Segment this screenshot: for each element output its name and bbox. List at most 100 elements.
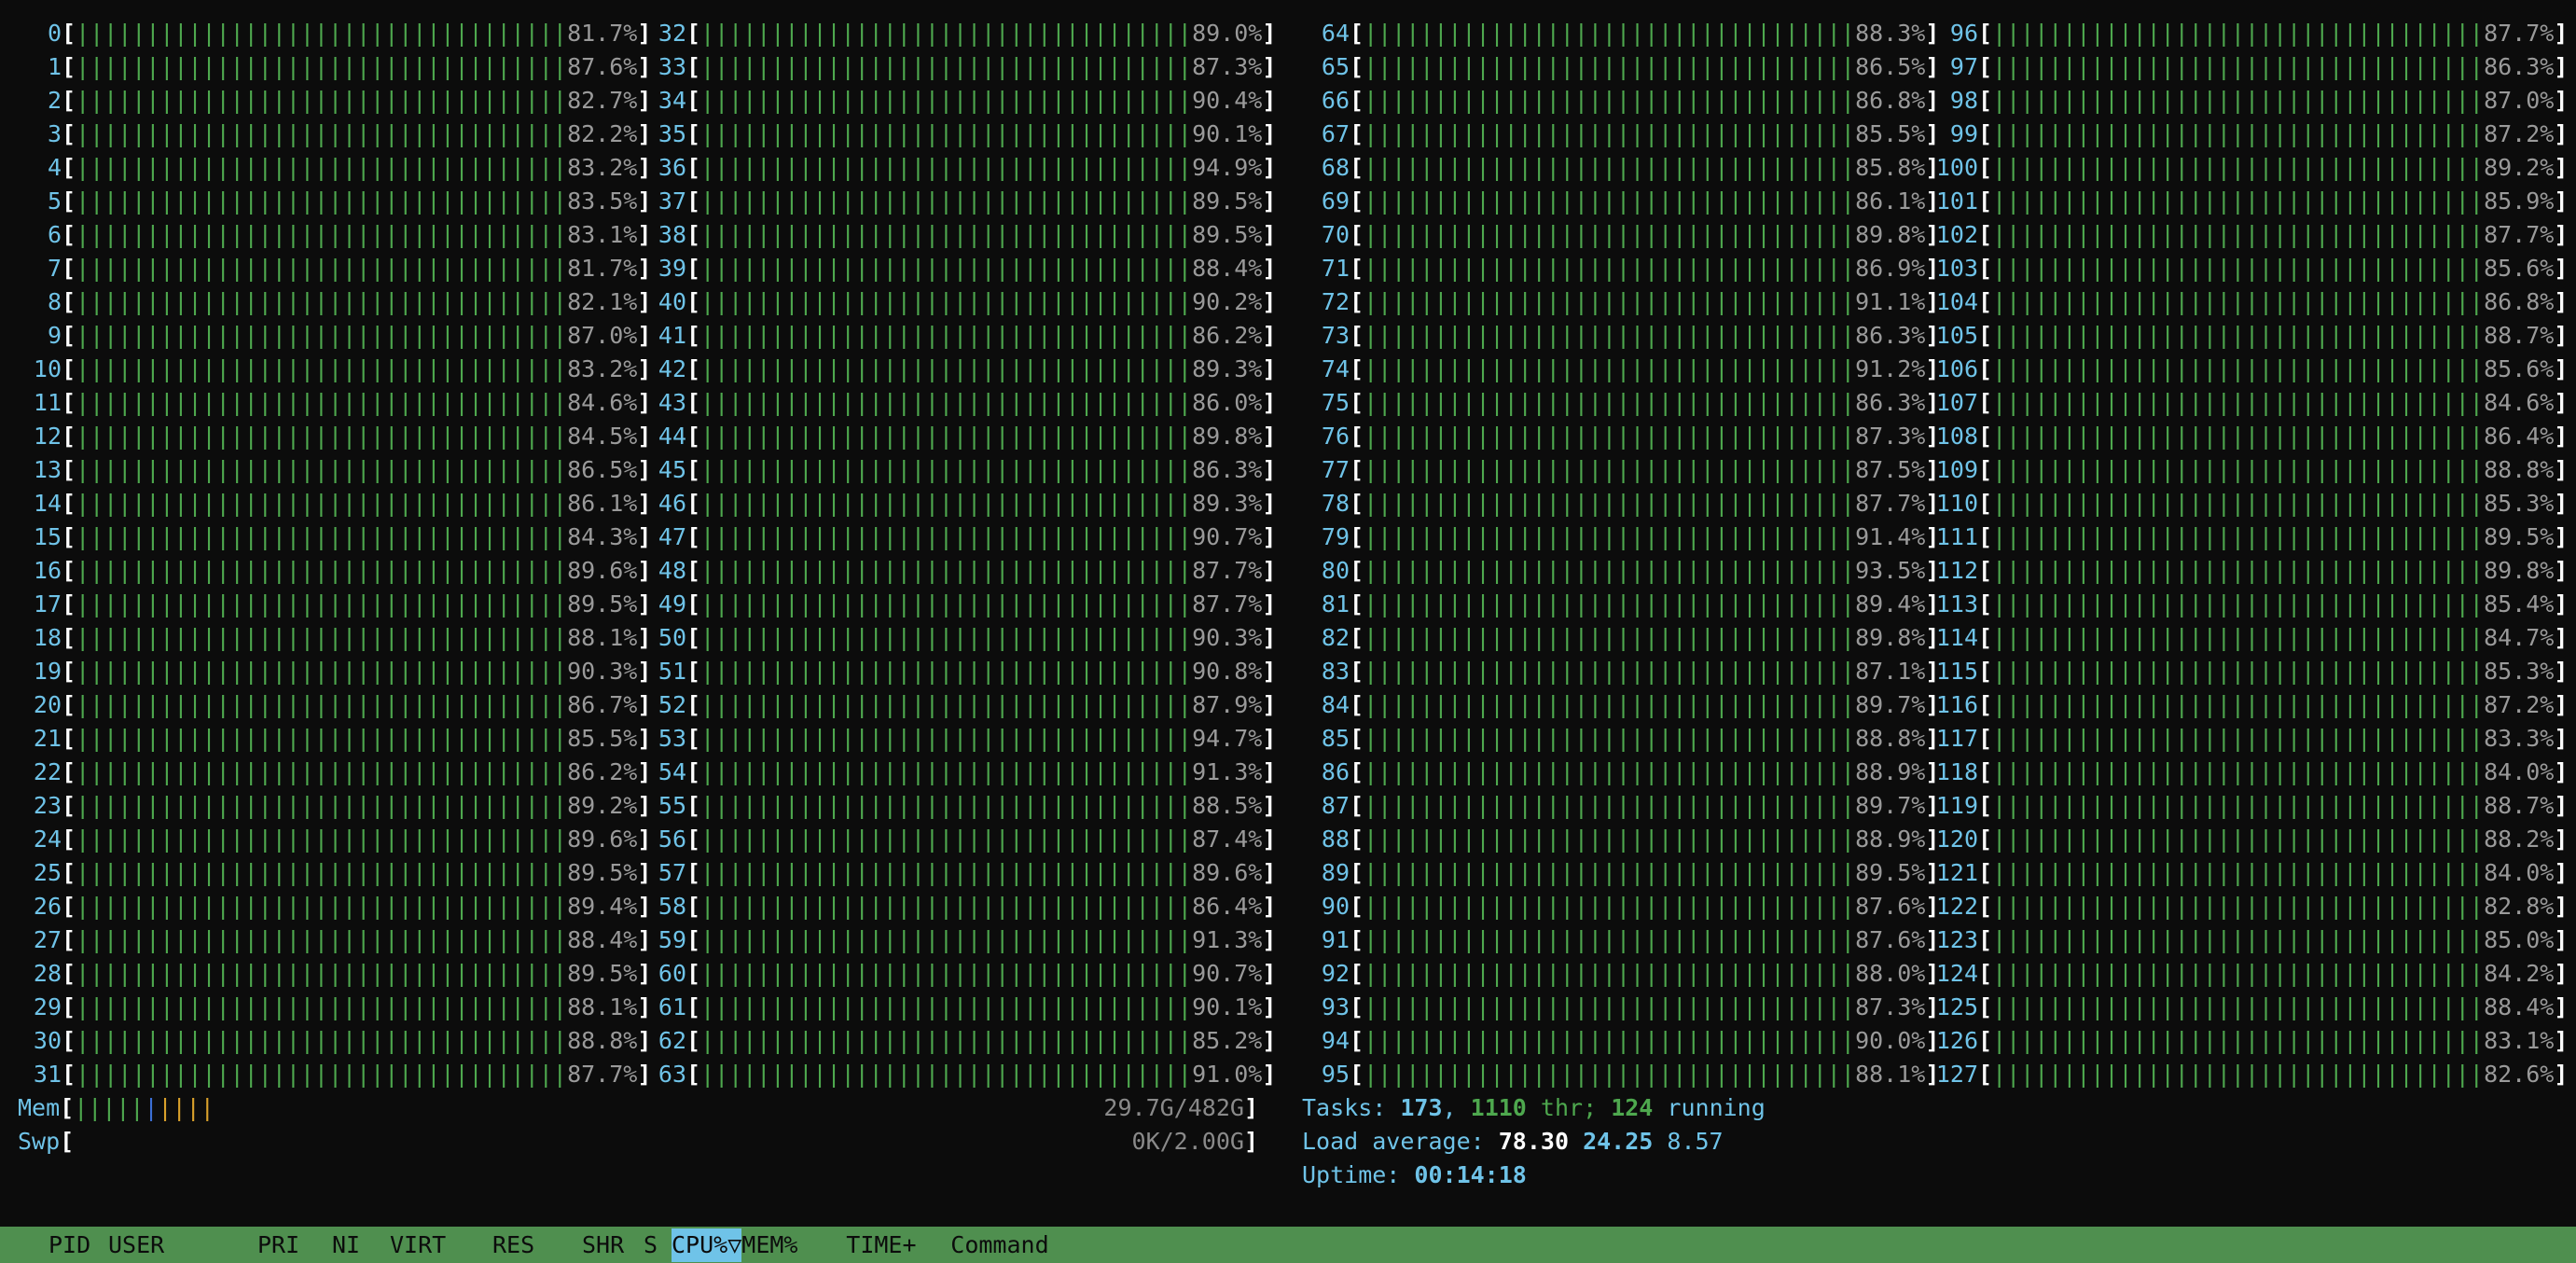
cpu-percent: 90.7 [1192,960,1249,987]
cpu-percent: 89.5 [1855,859,1912,886]
cpu-number: 82 [1321,624,1350,651]
cpu-number: 64 [1321,20,1350,47]
cpu-percent: 90.2 [1192,288,1249,315]
cpu-number: 98 [1949,87,1978,114]
cpu-usage-bar: ||||||||||||||||||||||||||||||||||||||||… [76,960,567,987]
cpu-number: 6 [47,221,62,248]
cpu-usage-bar: ||||||||||||||||||||||||||||||||||||||||… [700,154,1192,181]
cpu-meter: 92[|||||||||||||||||||||||||||||||||||||… [1288,957,1940,991]
col-pid[interactable]: PID [48,1228,108,1262]
cpu-percent: 85.3 [2484,490,2541,517]
cpu-meter: 37[|||||||||||||||||||||||||||||||||||||… [627,185,1277,218]
cpu-usage-bar: ||||||||||||||||||||||||||||||||||||||||… [1992,658,2484,685]
cpu-meter: 56[|||||||||||||||||||||||||||||||||||||… [627,823,1277,856]
cpu-number: 19 [33,658,62,685]
cpu-percent: 86.4 [1192,893,1249,920]
cpu-number: 102 [1935,221,1978,248]
cpu-percent: 85.6 [2484,255,2541,282]
col-virt[interactable]: VIRT [390,1228,492,1262]
cpu-percent: 85.5 [1855,120,1912,147]
cpu-number: 33 [658,53,686,80]
cpu-usage-bar: ||||||||||||||||||||||||||||||||||||||||… [1364,389,1855,416]
col-shr[interactable]: SHR [582,1228,644,1262]
col-pri[interactable]: PRI [257,1228,332,1262]
cpu-percent: 87.2 [2484,120,2541,147]
cpu-meter: 113[||||||||||||||||||||||||||||||||||||… [1915,588,2569,621]
col-cpu-sorted[interactable]: CPU%▽ [672,1228,742,1262]
cpu-usage-bar: ||||||||||||||||||||||||||||||||||||||||… [76,826,567,853]
col-command[interactable]: Command [950,1228,1048,1262]
cpu-percent: 84.7 [2484,624,2541,651]
cpu-usage-bar: ||||||||||||||||||||||||||||||||||||||||… [1364,456,1855,483]
cpu-usage-bar: ||||||||||||||||||||||||||||||||||||||||… [700,288,1192,315]
cpu-number: 1 [47,53,62,80]
cpu-usage-bar: ||||||||||||||||||||||||||||||||||||||||… [76,859,567,886]
cpu-percent: 84.3 [567,523,624,550]
mem-bar: |||||||||| [74,1094,215,1121]
cpu-number: 14 [33,490,62,517]
cpu-percent: 89.6 [567,557,624,584]
cpu-meter: 119[||||||||||||||||||||||||||||||||||||… [1915,789,2569,823]
cpu-meter: 51[|||||||||||||||||||||||||||||||||||||… [627,655,1277,688]
cpu-usage-bar: ||||||||||||||||||||||||||||||||||||||||… [76,725,567,752]
cpu-meter: 122[||||||||||||||||||||||||||||||||||||… [1915,890,2569,923]
load-label: Load average: [1302,1128,1485,1155]
cpu-number: 105 [1935,322,1978,349]
cpu-meter: 47[|||||||||||||||||||||||||||||||||||||… [627,520,1277,554]
cpu-percent: 91.2 [1855,355,1912,382]
cpu-percent: 87.7 [1192,557,1249,584]
cpu-number: 11 [33,389,62,416]
cpu-percent: 85.5 [567,725,624,752]
cpu-percent: 83.2 [567,154,624,181]
cpu-usage-bar: ||||||||||||||||||||||||||||||||||||||||… [1364,255,1855,282]
cpu-meter: 27[|||||||||||||||||||||||||||||||||||||… [0,923,652,957]
cpu-percent: 93.5 [1855,557,1912,584]
cpu-number: 13 [33,456,62,483]
cpu-percent: 81.7 [567,20,624,47]
cpu-percent: 88.5 [1192,792,1249,819]
cpu-number: 71 [1321,255,1350,282]
cpu-number: 52 [658,691,686,718]
cpu-percent: 83.1 [567,221,624,248]
cpu-percent: 89.8 [1192,423,1249,450]
cpu-number: 42 [658,355,686,382]
cpu-meter: 96[|||||||||||||||||||||||||||||||||||||… [1915,17,2569,50]
cpu-usage-bar: ||||||||||||||||||||||||||||||||||||||||… [1992,255,2484,282]
cpu-number: 16 [33,557,62,584]
cpu-usage-bar: ||||||||||||||||||||||||||||||||||||||||… [1992,725,2484,752]
cpu-meter: 46[|||||||||||||||||||||||||||||||||||||… [627,487,1277,520]
cpu-number: 127 [1935,1061,1978,1088]
cpu-percent: 82.6 [2484,1061,2541,1088]
cpu-percent: 90.4 [1192,87,1249,114]
col-mem[interactable]: MEM% [741,1228,846,1262]
cpu-meter: 115[||||||||||||||||||||||||||||||||||||… [1915,655,2569,688]
cpu-number: 120 [1935,826,1978,853]
cpu-usage-bar: ||||||||||||||||||||||||||||||||||||||||… [1992,1061,2484,1088]
cpu-meter: 64[|||||||||||||||||||||||||||||||||||||… [1288,17,1940,50]
col-state[interactable]: S [644,1228,672,1262]
cpu-percent: 90.7 [1192,523,1249,550]
cpu-meter: 94[|||||||||||||||||||||||||||||||||||||… [1288,1024,1940,1058]
col-res[interactable]: RES [492,1228,582,1262]
cpu-meter: 81[|||||||||||||||||||||||||||||||||||||… [1288,588,1940,621]
cpu-percent: 89.3 [1192,490,1249,517]
cpu-number: 89 [1321,859,1350,886]
cpu-percent: 87.0 [567,322,624,349]
col-ni[interactable]: NI [332,1228,390,1262]
cpu-column-3: 64[|||||||||||||||||||||||||||||||||||||… [1288,17,1940,1091]
cpu-number: 45 [658,456,686,483]
cpu-meter: 65[|||||||||||||||||||||||||||||||||||||… [1288,50,1940,84]
col-time[interactable]: TIME+ [846,1228,950,1262]
cpu-percent: 87.7 [2484,20,2541,47]
cpu-number: 113 [1935,590,1978,618]
cpu-meter: 67[|||||||||||||||||||||||||||||||||||||… [1288,118,1940,151]
cpu-percent: 89.4 [1855,590,1912,618]
cpu-percent: 82.2 [567,120,624,147]
cpu-usage-bar: ||||||||||||||||||||||||||||||||||||||||… [700,658,1192,685]
cpu-number: 27 [33,926,62,953]
cpu-percent: 91.1 [1855,288,1912,315]
col-user[interactable]: USER [108,1228,257,1262]
cpu-percent: 89.2 [567,792,624,819]
cpu-usage-bar: ||||||||||||||||||||||||||||||||||||||||… [1992,322,2484,349]
cpu-number: 50 [658,624,686,651]
